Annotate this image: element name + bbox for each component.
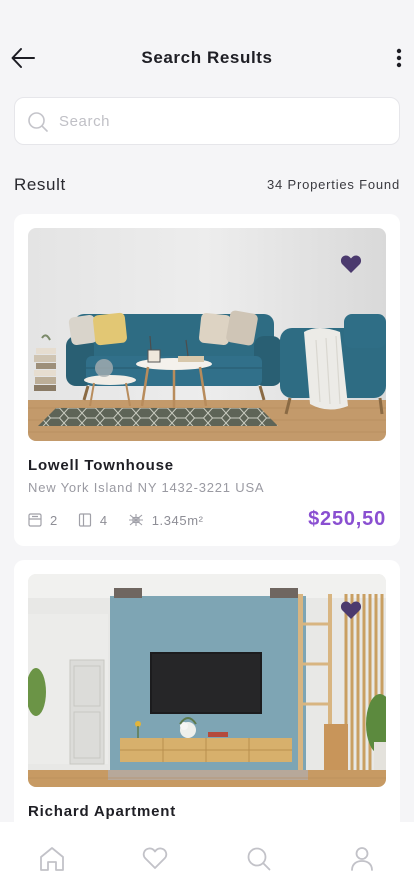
user-icon [351,847,374,871]
more-vertical-icon [396,48,402,68]
more-options-button[interactable] [394,46,404,70]
property-price: $250,50 [308,508,386,530]
nav-profile[interactable] [346,846,378,874]
living-room-tv-image [28,574,386,787]
search-icon [247,847,271,871]
area-icon [128,514,143,526]
search-bar [14,97,400,145]
result-summary: Result 34 Properties Found [14,175,400,195]
search-input[interactable] [59,98,379,144]
living-room-sofa-image [28,228,386,441]
property-features: 2 4 1.345m² [28,512,224,528]
bedrooms-feature: 2 [28,513,58,528]
area-feature: 1.345m² [128,513,204,528]
property-name[interactable]: Lowell Townhouse [28,457,174,474]
nav-search[interactable] [243,846,275,874]
search-icon [28,112,48,132]
property-address: New York Island NY 1432-3221 USA [28,480,265,495]
home-icon [39,847,64,871]
property-name[interactable]: Richard Apartment [28,803,176,820]
result-count: 34 Properties Found [267,177,400,192]
area-value: 1.345m² [151,512,204,528]
bedrooms-count: 2 [50,512,58,528]
bottom-navigation [0,822,414,896]
bathrooms-count: 4 [99,512,108,528]
header: Search Results [0,0,414,100]
property-photo[interactable] [28,228,386,441]
property-card[interactable]: Richard Apartment [14,560,400,860]
result-label: Result [14,175,66,194]
page-title: Search Results [141,48,273,67]
bed-icon [28,513,42,527]
bathrooms-feature: 4 [78,513,108,528]
property-photo[interactable] [28,574,386,787]
nav-home[interactable] [36,846,68,874]
nav-favorites[interactable] [139,846,171,874]
heart-icon [143,847,168,869]
door-icon [78,513,91,527]
property-card[interactable]: Lowell Townhouse New York Island NY 1432… [14,214,400,546]
favorite-heart-icon[interactable] [340,254,362,274]
favorite-heart-icon[interactable] [340,600,362,620]
